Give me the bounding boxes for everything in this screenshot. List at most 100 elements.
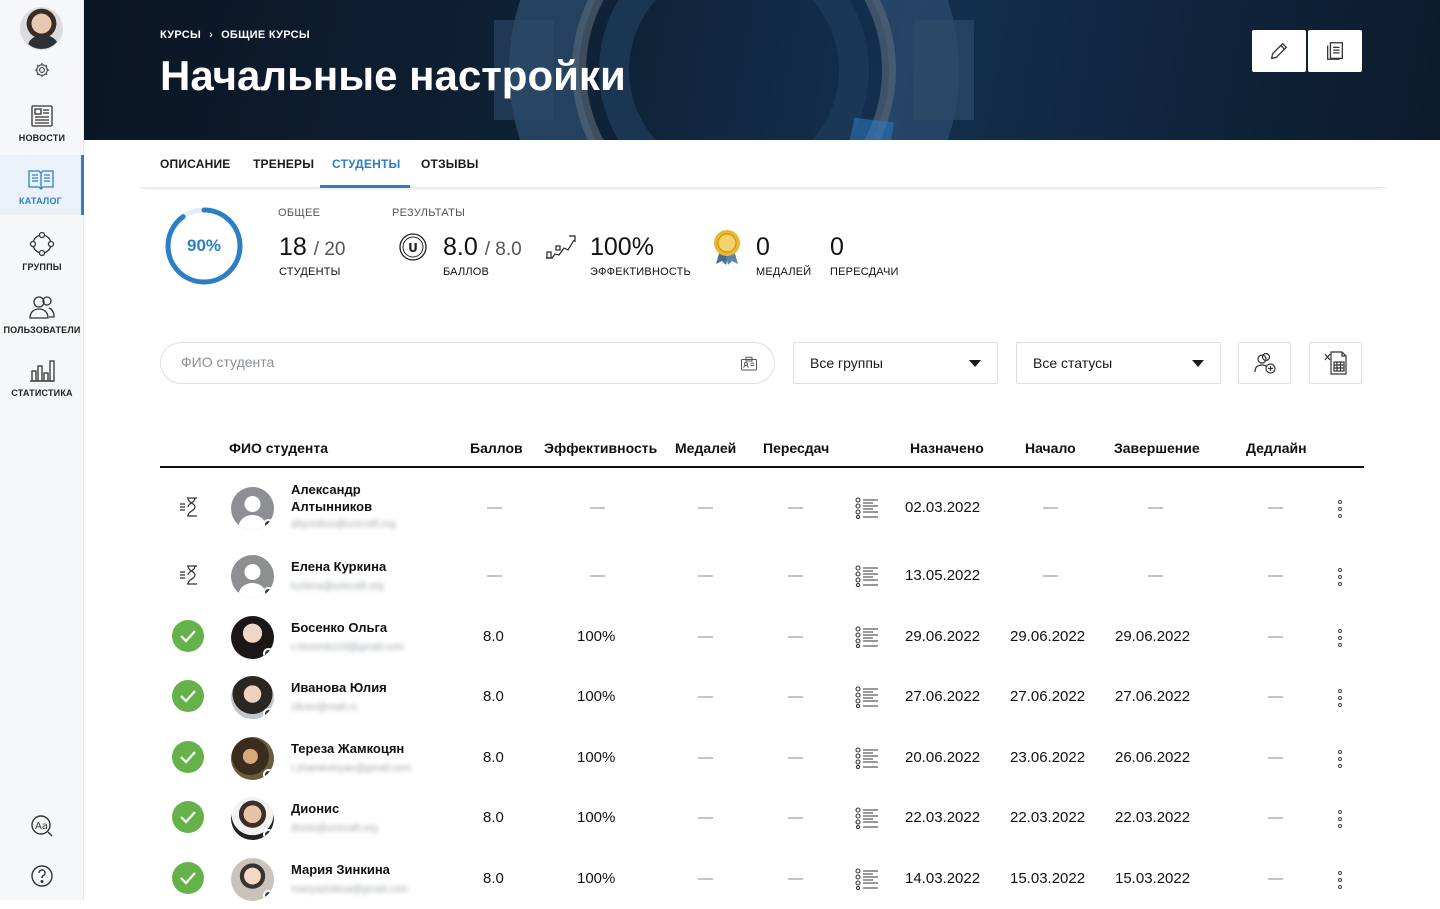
student-name[interactable]: Александр Алтынников	[291, 481, 411, 515]
breadcrumb-general-courses[interactable]: ОБЩИЕ КУРСЫ	[221, 29, 310, 41]
row-menu-kebab-icon[interactable]	[1338, 689, 1344, 710]
export-excel-button[interactable]	[1309, 342, 1362, 384]
checklist-icon[interactable]	[855, 807, 879, 829]
online-status-dot	[263, 890, 274, 901]
student-email: kurkina@unicraft.org	[291, 581, 384, 592]
end-date: 26.06.2022	[1115, 749, 1191, 766]
efficiency-value: 100%	[590, 233, 654, 261]
caret-down-icon	[1192, 360, 1204, 367]
medals-cell: —	[698, 567, 713, 584]
checklist-icon[interactable]	[855, 497, 879, 519]
search-input[interactable]	[181, 354, 721, 370]
student-name[interactable]: Босенко Ольга	[291, 619, 387, 636]
settings-gear-icon[interactable]	[33, 61, 51, 79]
breadcrumb-courses[interactable]: КУРСЫ	[160, 29, 201, 41]
student-name[interactable]: Тереза Жамкоцян	[291, 740, 404, 757]
retakes-cell: —	[788, 749, 803, 766]
end-date: —	[1148, 567, 1163, 584]
add-user-icon	[1253, 352, 1276, 374]
end-date: 15.03.2022	[1115, 870, 1191, 887]
medals-cell: —	[698, 749, 713, 766]
efficiency-cell: 100%	[577, 749, 616, 766]
student-name[interactable]: Иванова Юлия	[291, 679, 387, 696]
row-menu-kebab-icon[interactable]	[1338, 629, 1344, 650]
column-header-score[interactable]: Баллов	[470, 440, 523, 456]
table-row[interactable]: Александр Алтынников altynnikov@unicraft…	[0, 478, 1440, 538]
edit-button[interactable]	[1252, 30, 1306, 72]
column-header-efficiency[interactable]: Эффективность	[544, 440, 657, 456]
student-name[interactable]: Елена Куркина	[291, 558, 386, 575]
online-status-dot	[263, 648, 274, 659]
tab-description[interactable]: ОПИСАНИЕ	[160, 157, 231, 171]
caret-down-icon	[969, 360, 981, 367]
table-row[interactable]: Тереза Жамкоцян t.zhamkotsyan@gmail.com …	[0, 728, 1440, 788]
column-header-retakes[interactable]: Пересдач	[763, 440, 829, 456]
end-date: 27.06.2022	[1115, 688, 1191, 705]
score-cell: —	[487, 499, 502, 516]
efficiency-label: ЭФФЕКТИВНОСТЬ	[590, 266, 691, 278]
score-cell: 8.0	[483, 688, 504, 705]
avatar[interactable]	[231, 676, 274, 719]
online-status-dot	[263, 519, 274, 530]
retakes-cell: —	[788, 870, 803, 887]
status-select[interactable]: Все статусы	[1016, 342, 1221, 384]
deadline-cell: —	[1268, 499, 1283, 516]
student-name[interactable]: Дионис	[291, 800, 339, 817]
table-row[interactable]: Мария Зинкина mariyazinkina@gmail.com 8.…	[0, 849, 1440, 909]
sidebar-item-label: НОВОСТИ	[18, 133, 66, 143]
tab-students[interactable]: СТУДЕНТЫ	[332, 157, 400, 171]
student-name[interactable]: Мария Зинкина	[291, 861, 390, 878]
checklist-icon[interactable]	[855, 565, 879, 587]
avatar[interactable]	[231, 737, 274, 780]
row-menu-kebab-icon[interactable]	[1338, 871, 1344, 892]
column-header-deadline[interactable]: Дедлайн	[1246, 440, 1307, 456]
groups-select[interactable]: Все группы	[793, 342, 998, 384]
completed-check-icon	[172, 620, 204, 652]
efficiency-cell: —	[590, 567, 605, 584]
row-menu-kebab-icon[interactable]	[1338, 500, 1344, 521]
avatar[interactable]	[231, 858, 274, 901]
table-row[interactable]: Босенко Ольга o.bosenko19@gmail.com 8.0 …	[0, 607, 1440, 667]
column-header-end[interactable]: Завершение	[1114, 440, 1200, 456]
sidebar-item-statistics[interactable]: СТАТИСТИКА	[0, 357, 84, 417]
document-button[interactable]	[1308, 30, 1362, 72]
table-row[interactable]: Дионис dionis@unicraft.org 8.0 100% — — …	[0, 788, 1440, 848]
groups-icon	[29, 231, 55, 257]
row-menu-kebab-icon[interactable]	[1338, 750, 1344, 771]
column-header-assigned[interactable]: Назначено	[910, 440, 984, 456]
table-row[interactable]: Иванова Юлия ulivan@mail.ru 8.0 100% — —…	[0, 667, 1440, 727]
checklist-icon[interactable]	[855, 626, 879, 648]
sidebar-item-groups[interactable]: ГРУППЫ	[0, 231, 84, 291]
sidebar-item-catalog[interactable]: КАТАЛОГ	[0, 155, 84, 215]
avatar[interactable]	[231, 487, 274, 530]
table-row[interactable]: Елена Куркина kurkina@unicraft.org — — —…	[0, 546, 1440, 606]
tab-trainers[interactable]: ТРЕНЕРЫ	[253, 157, 314, 171]
medal-icon	[714, 230, 740, 265]
checklist-icon[interactable]	[855, 747, 879, 769]
deadline-cell: —	[1268, 809, 1283, 826]
efficiency-cell: 100%	[577, 870, 616, 887]
avatar[interactable]	[231, 555, 274, 598]
row-menu-kebab-icon[interactable]	[1338, 810, 1344, 831]
users-icon	[29, 296, 55, 319]
column-header-medals[interactable]: Медалей	[675, 440, 736, 456]
add-student-button[interactable]	[1238, 342, 1291, 384]
student-email: t.zhamkotsyan@gmail.com	[291, 763, 412, 774]
column-header-name[interactable]: ФИО студента	[229, 440, 328, 456]
course-header: КУРСЫ › ОБЩИЕ КУРСЫ Начальные настройки	[84, 0, 1440, 140]
column-header-start[interactable]: Начало	[1025, 440, 1076, 456]
tab-reviews[interactable]: ОТЗЫВЫ	[421, 157, 479, 171]
completed-check-icon	[172, 801, 204, 833]
checklist-icon[interactable]	[855, 868, 879, 890]
sidebar-item-users[interactable]: ПОЛЬЗОВАТЕЛИ	[0, 294, 84, 354]
row-menu-kebab-icon[interactable]	[1338, 568, 1344, 589]
retakes-value: 0	[830, 233, 844, 261]
avatar[interactable]	[231, 797, 274, 840]
retakes-cell: —	[788, 688, 803, 705]
score-badge-icon: U	[399, 233, 427, 261]
checklist-icon[interactable]	[855, 686, 879, 708]
avatar[interactable]	[231, 616, 274, 659]
assigned-date: 20.06.2022	[905, 749, 981, 766]
id-card-icon[interactable]	[740, 355, 758, 373]
user-avatar[interactable]	[20, 7, 63, 50]
